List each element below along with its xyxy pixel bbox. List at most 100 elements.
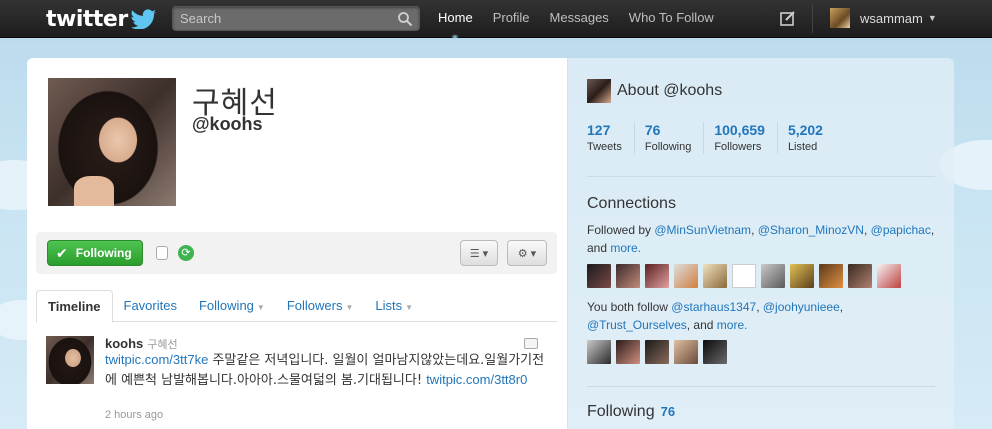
- nav-home[interactable]: Home: [428, 0, 483, 40]
- follower-avatar[interactable]: [587, 264, 611, 288]
- user-link[interactable]: @starhaus1347: [671, 300, 756, 314]
- user-link[interactable]: @Sharon_MinozVN: [758, 223, 864, 237]
- nav-who-to-follow[interactable]: Who To Follow: [619, 0, 724, 38]
- followers-thumbnails: [587, 264, 901, 288]
- twitter-logo[interactable]: twitter: [46, 6, 157, 32]
- tweet-username[interactable]: koohs: [105, 336, 143, 351]
- both-follow-text: You both follow @starhaus1347, @joohyuni…: [587, 300, 844, 332]
- tweet-text: twitpic.com/3tt7ke 주말같은 저녁입니다. 일월이 얼마남지않…: [105, 350, 545, 390]
- top-navigation-bar: twitter Home Profile Messages Who To Fol…: [0, 0, 992, 40]
- search-box: [172, 6, 420, 31]
- search-icon[interactable]: [397, 11, 413, 27]
- following-title-label: Following: [587, 403, 655, 420]
- follower-avatar[interactable]: [819, 264, 843, 288]
- followed-by-text: Followed by @MinSunVietnam, @Sharon_Mino…: [587, 223, 935, 255]
- follower-avatar[interactable]: [645, 264, 669, 288]
- stat-followers[interactable]: 100,659 Followers: [714, 122, 778, 154]
- list-menu-button[interactable]: ☰ ▾: [460, 240, 498, 266]
- tab-lists[interactable]: Lists ▼: [364, 290, 424, 321]
- stat-following[interactable]: 76 Following: [644, 122, 705, 154]
- user-link[interactable]: @papichac: [871, 223, 931, 237]
- about-header: About @koohs: [587, 79, 722, 103]
- follower-avatar[interactable]: [877, 264, 901, 288]
- nav-profile[interactable]: Profile: [483, 0, 540, 38]
- follower-avatar[interactable]: [703, 264, 727, 288]
- account-name: wsammam: [860, 10, 923, 26]
- tweet-link[interactable]: twitpic.com/3tt7ke: [105, 352, 208, 367]
- profile-sidebar: About @koohs 127 Tweets 76 Following 100…: [567, 58, 954, 429]
- main-nav: Home Profile Messages Who To Follow: [428, 0, 724, 40]
- mutual-avatar[interactable]: [645, 340, 669, 364]
- tweet-timestamp[interactable]: 2 hours ago: [105, 409, 163, 421]
- stat-label: Followers: [714, 141, 762, 153]
- tab-label: Lists: [375, 298, 403, 313]
- nav-messages[interactable]: Messages: [540, 0, 619, 38]
- caret-down-icon: ▼: [927, 13, 937, 23]
- topbar-divider: [812, 5, 813, 33]
- profile-stats: 127 Tweets 76 Following 100,659 Follower…: [587, 122, 845, 154]
- follower-avatar[interactable]: [616, 264, 640, 288]
- tab-label: Following: [198, 298, 254, 313]
- tab-label: Favorites: [123, 298, 177, 313]
- tweet-avatar[interactable]: [46, 336, 94, 384]
- stat-number: 127: [587, 122, 611, 138]
- logo-text: twitter: [46, 6, 128, 32]
- follower-avatar[interactable]: [790, 264, 814, 288]
- profile-photo[interactable]: [48, 78, 176, 206]
- tab-label: Timeline: [48, 299, 101, 314]
- stat-tweets[interactable]: 127 Tweets: [587, 122, 635, 154]
- following-section-title[interactable]: Following 76: [587, 403, 675, 421]
- about-title: About @koohs: [617, 82, 723, 99]
- stat-label: Tweets: [587, 141, 622, 153]
- stat-label: Following: [644, 141, 692, 153]
- user-link[interactable]: @MinSunVietnam: [654, 223, 751, 237]
- chevron-down-icon: ▼: [345, 303, 354, 312]
- stat-number: 76: [644, 122, 661, 138]
- profile-photo-detail: [74, 176, 114, 206]
- user-link[interactable]: @Trust_Ourselves: [587, 318, 687, 332]
- follower-avatar[interactable]: [848, 264, 872, 288]
- gear-icon: ⚙ ▾: [517, 247, 537, 260]
- and-text: , and: [686, 318, 717, 332]
- more-link[interactable]: more.: [717, 318, 748, 332]
- tab-following[interactable]: Following ▼: [188, 290, 276, 321]
- media-icon[interactable]: [524, 338, 538, 349]
- bird-icon: [130, 9, 157, 29]
- following-button[interactable]: ✔ Following: [47, 240, 143, 266]
- both-follow-prefix: You both follow: [587, 300, 672, 314]
- user-link[interactable]: @joohyunieee: [763, 300, 840, 314]
- profile-action-bar: ✔ Following ⟳ ☰ ▾ ⚙ ▾: [36, 232, 557, 274]
- mutual-avatar[interactable]: [616, 340, 640, 364]
- search-input[interactable]: [173, 7, 383, 30]
- follower-avatar[interactable]: [732, 264, 756, 288]
- mutual-avatar[interactable]: [703, 340, 727, 364]
- compose-icon[interactable]: [780, 10, 796, 26]
- settings-menu-button[interactable]: ⚙ ▾: [507, 240, 547, 266]
- account-menu[interactable]: wsammam ▼: [830, 7, 937, 29]
- tab-favorites[interactable]: Favorites: [113, 290, 188, 321]
- device-updates-icon[interactable]: [156, 246, 168, 260]
- sidebar-divider: [587, 386, 935, 387]
- tab-label: Followers: [286, 298, 343, 313]
- user-avatar: [830, 8, 850, 28]
- more-link[interactable]: more.: [610, 241, 641, 255]
- follower-avatar[interactable]: [674, 264, 698, 288]
- stat-number: 100,659: [714, 122, 765, 138]
- profile-main-column: 구혜선 @koohs ✔ Following ⟳ ☰ ▾ ⚙ ▾ Timelin…: [27, 58, 567, 429]
- followed-by-prefix: Followed by: [587, 223, 655, 237]
- follower-avatar[interactable]: [761, 264, 785, 288]
- mutual-avatar[interactable]: [587, 340, 611, 364]
- chevron-down-icon: ▼: [405, 303, 414, 312]
- retweet-icon[interactable]: ⟳: [178, 245, 194, 261]
- tab-timeline[interactable]: Timeline: [36, 290, 113, 323]
- stat-listed[interactable]: 5,202 Listed: [788, 122, 835, 154]
- tweet-link[interactable]: twitpic.com/3tt8r0: [426, 372, 527, 387]
- tab-followers[interactable]: Followers ▼: [276, 290, 365, 321]
- mutual-avatar[interactable]: [674, 340, 698, 364]
- mini-avatar: [587, 79, 611, 103]
- tweet-item[interactable]: koohs 구혜선 twitpic.com/3tt7ke 주말같은 저녁입니다. …: [46, 336, 548, 429]
- connections-title: Connections: [587, 195, 676, 212]
- profile-handle: @koohs: [192, 114, 263, 134]
- following-button-label: Following: [75, 246, 132, 260]
- stat-label: Listed: [787, 141, 818, 153]
